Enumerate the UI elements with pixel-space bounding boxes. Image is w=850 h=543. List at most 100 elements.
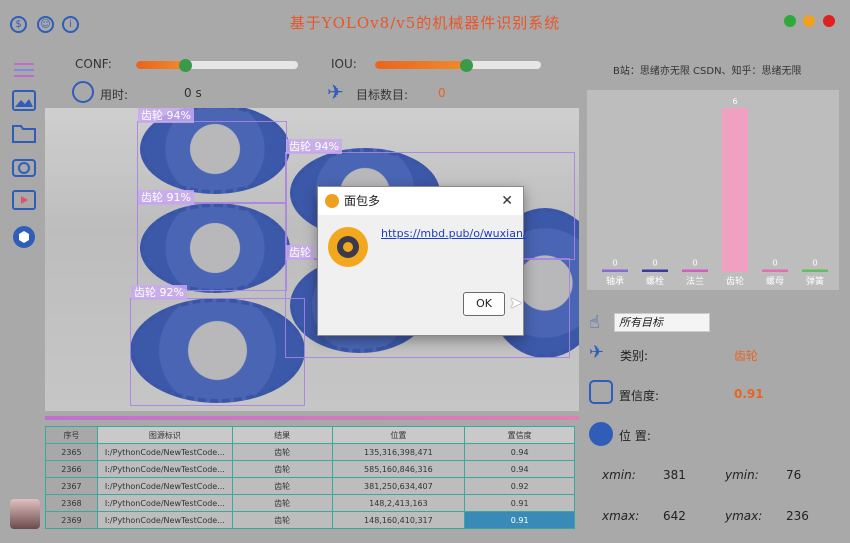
detection-label: 齿轮 92% [131,285,187,300]
col-header-result: 结果 [231,426,333,444]
ymax-label: ymax: [725,509,763,523]
model-icon[interactable] [10,224,38,250]
ok-button[interactable]: OK [463,292,505,316]
class-value: 齿轮 [734,349,759,363]
avatar[interactable] [10,499,40,529]
table-row[interactable]: 2365 I:/PythonCode/NewTestCode... 齿轮 135,31… [45,443,575,461]
conf-slider-fill [136,61,185,69]
target-select[interactable]: 所有目标 [614,313,710,332]
camera-icon[interactable] [10,154,38,180]
category-label: 轴承 [606,275,624,287]
dialog-link[interactable]: https://mbd.pub/o/wuxian/ [381,227,527,240]
iou-slider-fill [375,61,467,69]
ymin-label: ymin: [725,468,759,482]
col-header-index: 序号 [45,426,98,444]
bar-value-label: 0 [612,259,617,268]
bar-0 [602,269,628,272]
bar-3 [722,108,748,272]
popup-dialog: 面包多 ✕ https://mbd.pub/o/wuxian/ OK [317,186,527,336]
xmax-value: 642 [663,509,686,523]
time-value: 0 s [184,86,202,100]
cell-result: 齿轮 [231,477,333,495]
cell-confidence: 0.92 [464,477,575,495]
detection-label: 齿轮 [286,245,314,260]
confidence-label: 置信度: [619,389,660,403]
cell-result: 齿轮 [231,494,333,512]
class-label: 类别: [620,349,649,363]
pointer-hand-icon: ☝ [589,312,600,333]
conf-slider-handle[interactable] [178,59,192,72]
dialog-close-icon[interactable]: ✕ [501,187,513,215]
detection-box [130,298,305,406]
detection-label: 齿轮 94% [286,139,342,154]
iou-slider-handle[interactable] [460,59,474,72]
cell-confidence: 0.91 [464,494,575,512]
results-table: 序号 图源标识 结果 位置 置信度 2365 I:/PythonCode/NewT… [45,426,575,529]
cell-source: I:/PythonCode/NewTestCode... [96,443,233,461]
user-icon[interactable]: ☺ [37,16,54,33]
app-logo-icon [325,194,339,208]
ymax-value: 236 [786,509,809,523]
minimize-button[interactable] [784,15,796,27]
window-title: 基于YOLOv8/v5的机械器件识别系统 [289,14,561,32]
cell-confidence: 0.94 [464,460,575,478]
class-count-chart: 0 轴承 0 螺栓 0 法兰 6 齿轮 0 螺母 0 弹簧 [587,90,839,290]
cell-confidence: 0.94 [464,443,575,461]
col-header-confidence: 置信度 [464,426,575,444]
iou-slider[interactable] [375,61,541,69]
position-label: 位 置: [619,429,651,443]
cell-position: 381,250,634,407 [331,477,466,495]
table-row[interactable]: 2367 I:/PythonCode/NewTestCode... 齿轮 381,25… [45,477,575,495]
close-button[interactable] [823,15,835,27]
count-value: 0 [438,86,446,100]
folder-icon[interactable] [10,120,38,146]
detection-label: 齿轮 91% [138,190,194,205]
iou-label: IOU: [331,57,357,71]
cell-index: 2368 [45,494,98,512]
table-header-row: 序号 图源标识 结果 位置 置信度 [45,426,575,444]
col-header-source: 图源标识 [96,426,233,444]
conf-label: CONF: [75,57,112,71]
cell-result: 齿轮 [231,460,333,478]
category-label: 螺母 [766,276,784,287]
cell-position: 135,316,398,471 [331,443,466,461]
cell-result: 齿轮 [231,511,333,529]
time-label: 用时: [100,88,129,102]
conf-slider[interactable] [136,61,298,69]
mouse-cursor-icon: ➤ [509,293,523,312]
bar-4 [762,269,788,272]
cell-confidence-selected: 0.91 [464,511,575,529]
bar-value-label: 0 [772,259,777,268]
cell-index: 2365 [45,443,98,461]
detection-label: 齿轮 94% [138,108,194,123]
table-row[interactable]: 2368 I:/PythonCode/NewTestCode... 齿轮 148,2,… [45,494,575,512]
cell-result: 齿轮 [231,443,333,461]
confidence-value: 0.91 [734,387,764,401]
info-icon[interactable]: i [62,16,79,33]
piggy-bank-icon[interactable]: $ [10,16,27,33]
xmin-value: 381 [663,468,686,482]
cell-source: I:/PythonCode/NewTestCode... [96,460,233,478]
app-logo-large-icon [328,227,368,267]
table-row[interactable]: 2369 I:/PythonCode/NewTestCode... 齿轮 148,16… [45,511,575,529]
bar-value-label: 0 [812,259,817,268]
image-icon[interactable] [10,88,38,114]
progress-bar [45,416,579,420]
bar-2 [682,269,708,272]
count-label: 目标数目: [356,88,409,102]
category-label: 螺栓 [646,275,664,287]
cell-position: 585,160,846,316 [331,460,466,478]
maximize-button[interactable] [803,15,815,27]
category-label: 弹簧 [806,275,824,287]
timer-icon [72,81,94,103]
bar-value-label: 0 [692,259,697,268]
video-icon[interactable] [10,187,38,213]
cell-position: 148,2,413,163 [331,494,466,512]
bar-value-label: 0 [652,259,657,268]
bar-value-label: 6 [732,97,737,106]
menu-icon[interactable] [10,58,38,84]
bar-1 [642,269,668,272]
cell-position: 148,160,410,317 [331,511,466,529]
table-row[interactable]: 2366 I:/PythonCode/NewTestCode... 齿轮 585,16… [45,460,575,478]
cell-source: I:/PythonCode/NewTestCode... [96,511,233,529]
